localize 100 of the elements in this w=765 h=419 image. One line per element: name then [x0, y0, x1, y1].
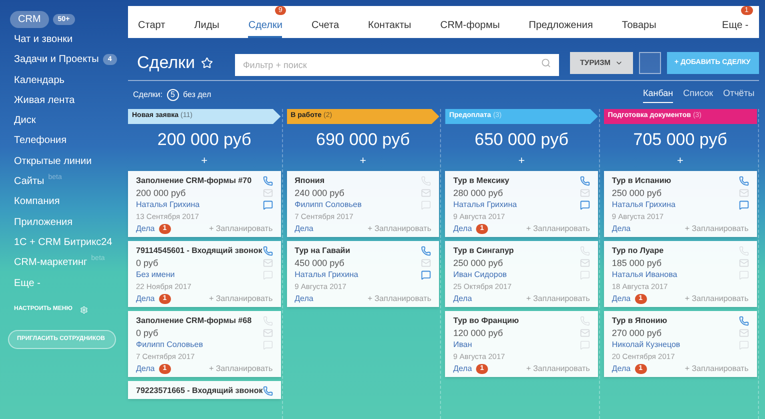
nav-tab[interactable]: Еще -	[722, 16, 749, 38]
view-tab[interactable]: Канбан	[642, 87, 674, 103]
tasks-link[interactable]: Дела	[294, 224, 314, 234]
schedule-link[interactable]: + Запланировать	[208, 224, 273, 234]
tasks-link[interactable]: Дела	[612, 364, 631, 374]
mail-icon[interactable]	[580, 258, 590, 268]
tasks-link[interactable]: Дела	[136, 364, 155, 374]
contact-link[interactable]: Николай Кузнецов	[612, 340, 680, 350]
chat-icon[interactable]	[421, 270, 432, 280]
tasks-link[interactable]: Дела	[453, 364, 472, 374]
add-deal-plus[interactable]: +	[676, 155, 684, 167]
contact-link[interactable]: Без имени	[136, 270, 175, 280]
deal-title[interactable]: 79223571665 - Входящий звонок	[136, 386, 263, 396]
contact-link[interactable]: Наталья Грихина	[136, 200, 200, 210]
deal-title[interactable]: Тур в Мексику	[453, 176, 510, 186]
sidebar-item[interactable]: Компания	[14, 194, 60, 210]
deal-title[interactable]: Япония	[294, 176, 325, 186]
phone-icon[interactable]	[580, 176, 590, 186]
deal-title[interactable]: Заполнение CRM-формы #68	[136, 316, 252, 326]
sidebar-item[interactable]: Открытые линии	[14, 154, 92, 169]
deal-title[interactable]: Заполнение CRM-формы #70	[136, 176, 252, 186]
schedule-link[interactable]: + Запланировать	[208, 294, 273, 304]
sidebar-item[interactable]: Чат и звонки	[14, 32, 73, 47]
mail-icon[interactable]	[421, 188, 432, 198]
deal-title[interactable]: Тур на Гавайи	[294, 246, 350, 256]
phone-icon[interactable]	[421, 246, 432, 256]
schedule-link[interactable]: + Запланировать	[526, 294, 590, 304]
tasks-link[interactable]: Дела	[612, 224, 631, 234]
phone-icon[interactable]	[262, 246, 273, 256]
deal-title[interactable]: Тур во Францию	[453, 316, 519, 326]
schedule-link[interactable]: + Запланировать	[208, 364, 273, 374]
schedule-link[interactable]: + Запланировать	[368, 224, 432, 234]
view-tab[interactable]: Отчёты	[723, 87, 755, 103]
chat-icon[interactable]	[262, 200, 273, 210]
sidebar-item[interactable]: Календарь	[14, 72, 64, 88]
contact-link[interactable]: Наталья Иванова	[612, 270, 678, 280]
deal-title[interactable]: Тур по Луаре	[612, 246, 664, 256]
mail-icon[interactable]	[738, 258, 748, 268]
mail-icon[interactable]	[580, 328, 590, 338]
deal-amount: 450 000 руб	[294, 258, 344, 268]
search-icon[interactable]	[540, 58, 551, 68]
stage-total: 690 000 руб	[315, 129, 411, 151]
search-field[interactable]: Фильтр + поиск	[234, 54, 559, 76]
star-icon[interactable]	[200, 57, 213, 69]
sidebar-item[interactable]: Приложения	[14, 214, 73, 230]
deal-title[interactable]: Тур в Сингапур	[453, 246, 514, 256]
settings-icon[interactable]	[80, 306, 88, 314]
schedule-link[interactable]: + Запланировать	[684, 294, 748, 304]
deal-title[interactable]: Тур в Испанию	[612, 176, 672, 186]
tasks-link[interactable]: Дела	[136, 294, 155, 304]
nav-tab[interactable]: CRM-формы	[440, 16, 500, 38]
sidebar-item[interactable]: Задачи и Проекты	[14, 52, 99, 68]
tasks-link[interactable]: Дела	[612, 294, 631, 304]
tasks-link[interactable]: Дела	[136, 224, 155, 234]
tasks-link[interactable]: Дела	[294, 294, 314, 304]
nav-tab[interactable]: Лиды	[194, 16, 220, 38]
deal-amount: 200 000 руб	[136, 188, 186, 198]
tasks-link[interactable]: Дела	[453, 294, 472, 304]
schedule-link[interactable]: + Запланировать	[368, 294, 432, 304]
nav-tab[interactable]: Контакты	[368, 16, 412, 38]
nav-tab[interactable]: Счета	[311, 16, 340, 38]
add-deal-plus[interactable]: +	[201, 155, 208, 167]
deal-amount: 270 000 руб	[612, 328, 662, 338]
nav-tab[interactable]: Старт	[138, 16, 166, 38]
phone-icon[interactable]	[262, 386, 273, 396]
deal-card[interactable]: 79223571665 - Входящий звонок	[128, 381, 281, 399]
deal-title[interactable]: 79114545601 - Входящий звонок	[136, 246, 262, 256]
contact-link[interactable]: Иван	[453, 340, 472, 350]
deal-title[interactable]: Тур в Японию	[612, 316, 668, 326]
add-deal-plus[interactable]: +	[360, 155, 366, 167]
sidebar-item[interactable]: Живая лента	[14, 92, 75, 108]
phone-icon[interactable]	[738, 176, 748, 186]
sidebar-item[interactable]: 1С + CRM Битрикс24	[14, 234, 112, 250]
contact-link[interactable]: Филипп Соловьев	[294, 200, 362, 210]
chat-icon[interactable]	[738, 200, 748, 210]
add-deal-plus[interactable]: +	[518, 155, 525, 167]
schedule-link[interactable]: + Запланировать	[526, 224, 590, 234]
contact-link[interactable]: Наталья Грихина	[453, 200, 517, 210]
phone-icon[interactable]	[738, 316, 748, 326]
schedule-link[interactable]: + Запланировать	[684, 364, 748, 374]
nav-tab[interactable]: Предложения	[528, 16, 593, 38]
schedule-link[interactable]: + Запланировать	[684, 224, 748, 234]
sidebar-item[interactable]: Телефония	[14, 133, 66, 148]
tasks-link[interactable]: Дела	[453, 224, 472, 234]
mail-icon[interactable]	[262, 328, 273, 338]
deals-suffix: без дел	[182, 89, 212, 101]
sidebar-item[interactable]: Диск	[14, 113, 36, 128]
contact-link[interactable]: Филипп Соловьев	[136, 340, 203, 350]
chat-icon[interactable]	[580, 200, 590, 210]
sidebar-item[interactable]: CRM	[10, 10, 49, 28]
settings-button[interactable]	[638, 52, 661, 74]
phone-icon[interactable]	[262, 176, 273, 186]
nav-tab[interactable]: Сделки	[248, 16, 282, 38]
contact-link[interactable]: Иван Сидоров	[453, 270, 507, 280]
schedule-link[interactable]: + Запланировать	[526, 364, 590, 374]
contact-link[interactable]: Наталья Грихина	[612, 200, 676, 210]
nav-tab[interactable]: Товары	[622, 16, 656, 38]
sidebar-item[interactable]: Сайты	[14, 174, 44, 190]
contact-link[interactable]: Наталья Грихина	[294, 270, 358, 280]
view-tab[interactable]: Список	[683, 87, 714, 103]
